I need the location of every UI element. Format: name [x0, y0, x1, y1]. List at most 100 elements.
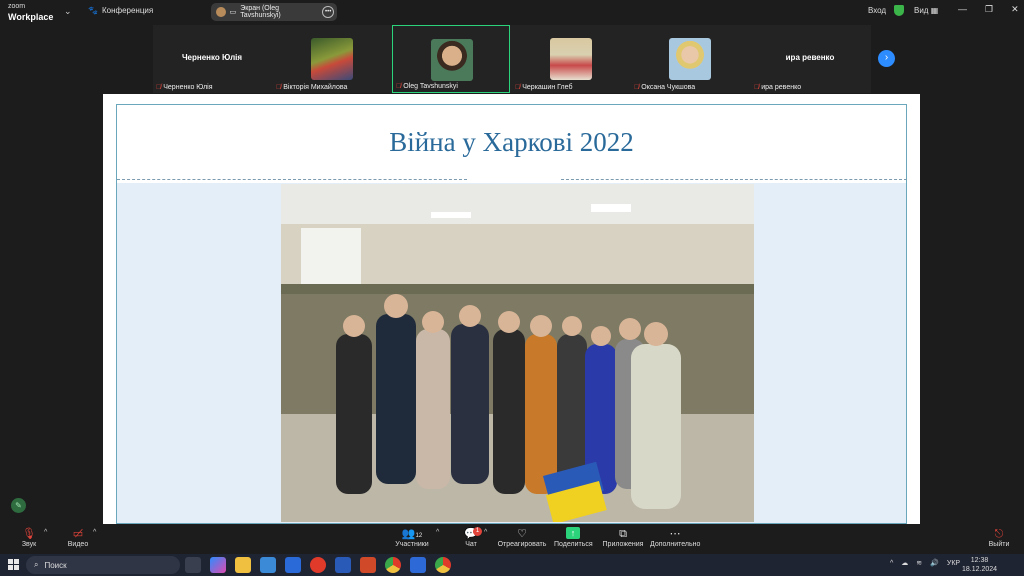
participants-count: 12 — [415, 533, 423, 539]
exit-button[interactable]: ⎋ Выйти — [986, 527, 1012, 548]
view-button[interactable]: Вид ▦ — [914, 6, 938, 15]
zoom-logo[interactable]: zoom Workplace — [8, 3, 53, 22]
taskbar-clock[interactable]: 12:38 18.12.2024 — [962, 556, 997, 574]
login-button[interactable]: Вход — [868, 6, 886, 15]
group-photo — [281, 184, 754, 522]
wifi-icon[interactable]: ≋ — [916, 559, 922, 567]
share-button[interactable]: ↑ Поделиться — [554, 527, 593, 548]
more-button[interactable]: ⋯ Дополнительно — [650, 527, 700, 548]
chrome-icon[interactable] — [435, 557, 451, 573]
more-label: Дополнительно — [650, 541, 701, 548]
participant-tile-active[interactable]: 🎙̸ Oleg Tavshunskyi — [392, 25, 510, 93]
participant-tile[interactable]: 🎙̸ Черкашин Глеб — [512, 25, 630, 93]
participant-big-name: Черненко Юлія — [181, 53, 243, 62]
chat-button[interactable]: 💬 1 Чат ^ — [460, 527, 487, 548]
audio-label: Звук — [21, 541, 37, 548]
mic-off-icon: 🎙̸ — [515, 84, 521, 91]
share-label: Поделиться — [554, 541, 593, 548]
minimize-icon[interactable]: — — [958, 4, 967, 15]
apps-button[interactable]: ⧉ Приложения — [602, 527, 644, 548]
taskbar-search[interactable]: ⌕ Поиск — [26, 556, 180, 574]
group-photo-drawing — [281, 184, 754, 522]
participant-label: 🎙̸ ира ревенко — [754, 84, 801, 91]
participant-label: 🎙̸ Oleg Tavshunskyi — [396, 83, 458, 90]
participant-label: 🎙̸ Оксана Чукшова — [634, 84, 695, 91]
chevron-up-icon[interactable]: ^ — [93, 529, 96, 536]
mic-off-icon: 🎙̸ — [634, 84, 640, 91]
share-up-arrow-icon: ↑ — [566, 527, 580, 539]
mail-icon[interactable] — [285, 557, 301, 573]
exit-label: Выйти — [988, 541, 1010, 548]
slide-title: Війна у Харкові 2022 — [389, 127, 634, 157]
participant-video — [311, 38, 353, 80]
participant-name: Черкашин Глеб — [522, 84, 573, 91]
view-label: Вид — [914, 6, 929, 15]
windows-start-icon[interactable] — [8, 559, 19, 570]
zoom-taskbar-icon[interactable] — [410, 557, 426, 573]
video-off-icon: ▭̸ — [72, 528, 84, 540]
powerpoint-icon[interactable] — [360, 557, 376, 573]
chevron-up-icon[interactable]: ^ — [436, 529, 439, 536]
search-placeholder: Поиск — [44, 560, 67, 570]
participant-video — [550, 38, 592, 80]
participant-tile[interactable]: 🎙̸ Оксана Чукшова — [631, 25, 749, 93]
language-indicator[interactable]: УКР — [947, 560, 960, 567]
divider — [117, 179, 467, 180]
more-icon[interactable]: ••• — [322, 6, 334, 18]
taskbar-apps — [185, 557, 451, 573]
copilot-icon[interactable] — [210, 557, 226, 573]
windows-taskbar: ⌕ Поиск ^ ☁ ≋ 🔊 УКР 12:38 18.12.2024 — [0, 554, 1024, 576]
conference-menu[interactable]: 🐾 Конференция — [88, 6, 153, 15]
participant-label: 🎙̸ Черненко Юлія — [156, 84, 213, 91]
participant-strip: Черненко Юлія 🎙̸ Черненко Юлія 🎙̸ Вікторія… — [153, 25, 871, 93]
video-button[interactable]: ▭̸ Видео ^ — [65, 527, 97, 548]
chat-badge: 1 — [473, 527, 482, 536]
participants-icon: 👥12 — [401, 528, 423, 540]
participants-button[interactable]: 👥12 Участники ^ — [394, 527, 439, 548]
participant-tile[interactable]: 🎙̸ Вікторія Михайлова — [273, 25, 391, 93]
volume-icon[interactable]: 🔊 — [930, 559, 939, 567]
restore-icon[interactable]: ❐ — [985, 4, 993, 15]
audio-button[interactable]: 🎙 Звук ^ — [16, 527, 47, 548]
chevron-up-icon[interactable]: ^ — [484, 529, 487, 536]
more-icon: ⋯ — [669, 528, 681, 540]
screen-share-icon: ▭ — [229, 9, 237, 16]
annotate-icon[interactable]: ✎ — [11, 498, 26, 513]
chevron-up-icon[interactable]: ^ — [890, 560, 893, 567]
participant-name: Оксана Чукшова — [641, 84, 696, 91]
store-icon[interactable] — [260, 557, 276, 573]
word-icon[interactable] — [335, 557, 351, 573]
chevron-right-icon[interactable]: › — [878, 50, 895, 67]
chrome-icon[interactable] — [385, 557, 401, 573]
task-view-icon[interactable] — [185, 557, 201, 573]
participant-video — [431, 39, 473, 81]
mic-off-icon: 🎙̸ — [276, 84, 282, 91]
participant-tile[interactable]: ира ревенко 🎙̸ ира ревенко — [751, 25, 869, 93]
heart-icon: ♡ — [517, 528, 527, 540]
cloud-icon[interactable]: ☁ — [901, 559, 908, 567]
meeting-toolbar: 🎙 Звук ^ ▭̸ Видео ^ 👥12 Участники ^ 💬 1 … — [0, 524, 1024, 554]
mic-off-icon: 🎙̸ — [754, 84, 760, 91]
chevron-down-icon[interactable]: ⌄ — [64, 6, 72, 17]
close-icon[interactable]: ✕ — [1011, 4, 1019, 15]
participant-name: Черненко Юлія — [163, 84, 213, 91]
chevron-up-icon[interactable]: ^ — [44, 529, 47, 536]
screen-share-indicator[interactable]: ▭ Экран (Oleg Tavshunskyi) ••• — [211, 3, 337, 21]
participant-tile[interactable]: Черненко Юлія 🎙̸ Черненко Юлія — [153, 25, 271, 93]
presentation-slide: Війна у Харкові 2022 — [116, 104, 907, 524]
video-label: Видео — [67, 541, 89, 548]
participant-name: ира ревенко — [761, 84, 802, 91]
mic-off-icon: 🎙̸ — [156, 84, 162, 91]
participant-big-name: ира ревенко — [785, 53, 835, 62]
opera-icon[interactable] — [310, 557, 326, 573]
react-button[interactable]: ♡ Отреагировать — [497, 527, 547, 548]
clock-time: 12:38 — [970, 557, 989, 564]
participant-label: 🎙̸ Вікторія Михайлова — [276, 84, 347, 91]
system-tray: ^ ☁ ≋ 🔊 УКР — [890, 559, 960, 568]
file-explorer-icon[interactable] — [235, 557, 251, 573]
paw-icon: 🐾 — [88, 6, 98, 15]
participant-video — [669, 38, 711, 80]
avatar — [216, 7, 226, 17]
window-controls: — ❐ ✕ — [958, 4, 1019, 15]
shield-icon[interactable] — [894, 5, 904, 16]
